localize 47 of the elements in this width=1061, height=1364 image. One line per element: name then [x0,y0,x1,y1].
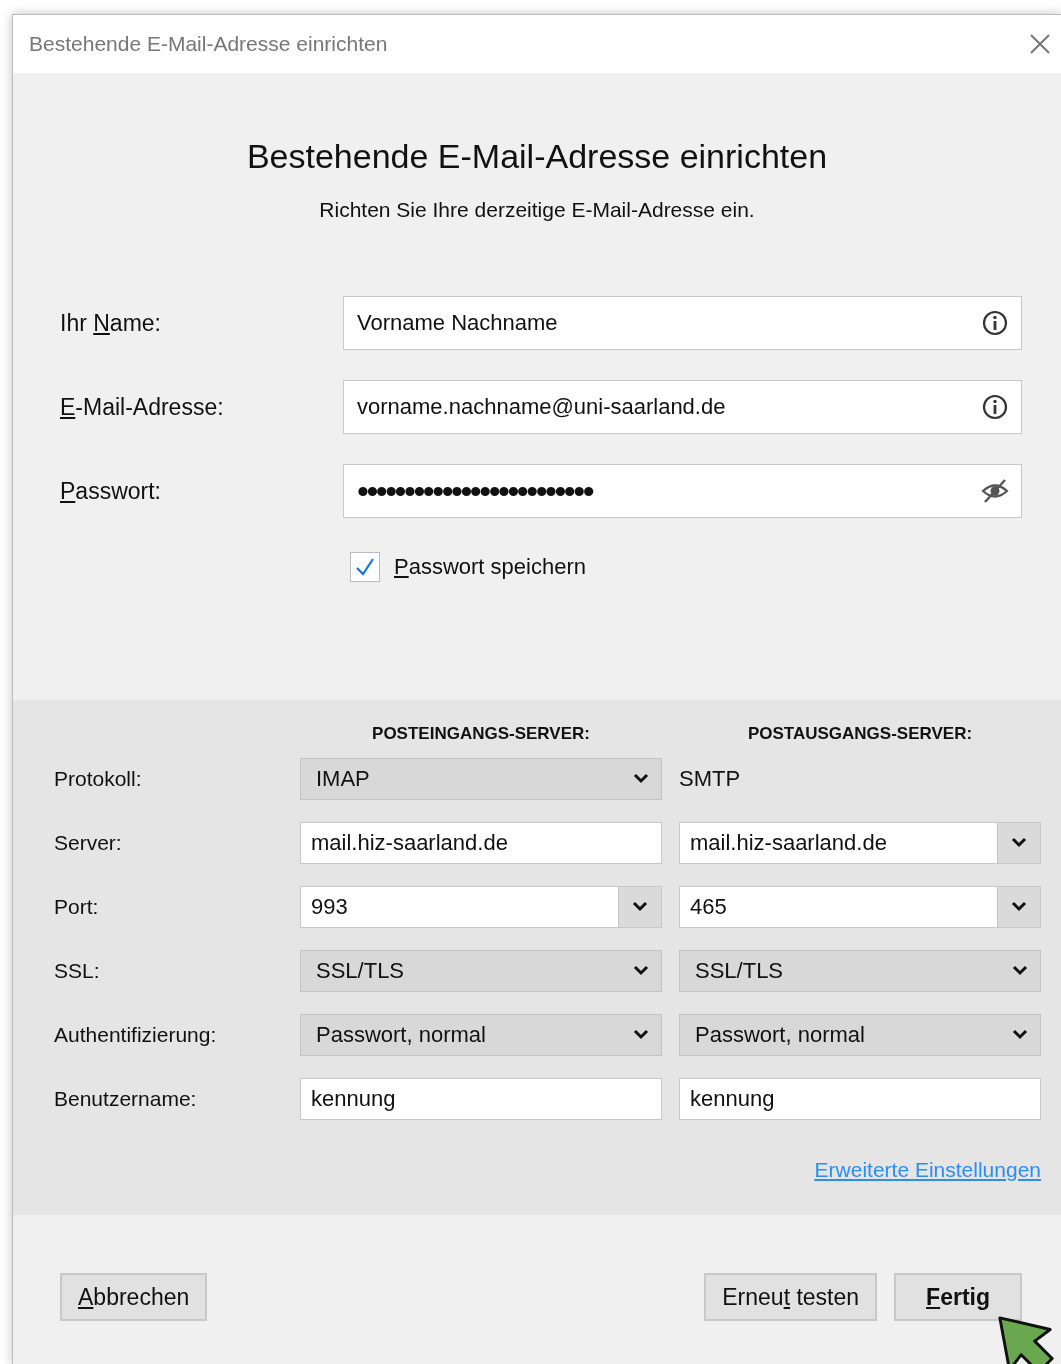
checkbox[interactable] [350,552,380,582]
combo-box[interactable]: 993 [300,886,662,928]
input-field[interactable]: kennung [679,1078,1041,1120]
checkmark-icon [354,556,376,578]
input-field[interactable]: vorname.nachname@uni-saarland.de [343,380,1022,434]
row-label: SSL: [54,959,101,983]
chevron-down-icon [1012,965,1028,977]
info-icon[interactable] [981,309,1009,337]
row-label: Server: [54,831,123,855]
chevron-down-icon [633,965,649,977]
input-field[interactable]: mail.hiz-saarland.de [300,822,662,864]
row-label: Authentifizierung: [54,1023,218,1047]
dialog-button[interactable]: Fertig [894,1273,1022,1321]
row-label: Benutzername: [54,1087,198,1111]
chevron-down-icon [1012,1029,1028,1041]
dialog-button[interactable]: Erneut testen [704,1273,878,1321]
dialog-subheading: Richten Sie Ihre derzeitige E-Mail-Adresse ein. [319,198,755,222]
chevron-down-icon [633,1029,649,1041]
window-title: Bestehende E-Mail-Adresse einrichten [29,32,388,56]
input-field[interactable]: kennung [300,1078,662,1120]
checkbox-label: Passwort speichern [394,554,586,580]
column-header: POSTAUSGANGS-SERVER: [746,724,974,744]
dropdown[interactable]: SSL/TLS [679,950,1041,992]
password-field[interactable]: ••••••••••••••••••••••••• [343,464,1022,518]
chevron-down-icon [632,901,648,913]
chevron-down-icon [1011,837,1027,849]
row-label: Protokoll: [54,767,143,791]
info-icon[interactable] [981,393,1009,421]
dialog-button[interactable]: Abbrechen [60,1273,208,1321]
dropdown[interactable]: Passwort, normal [679,1014,1041,1056]
protocol-value: SMTP [679,766,741,792]
field-label: Passwort: [60,477,162,505]
column-header: POSTEINGANGS-SERVER: [371,724,591,744]
input-field[interactable]: Vorname Nachname [343,296,1022,350]
combo-box[interactable]: mail.hiz-saarland.de [679,822,1041,864]
combo-box[interactable]: 465 [679,886,1041,928]
field-label: E-Mail-Adresse: [60,393,225,421]
close-icon[interactable] [1029,33,1051,55]
dropdown[interactable]: SSL/TLS [300,950,662,992]
dialog-heading: Bestehende E-Mail-Adresse einrichten [246,137,828,176]
field-label: Ihr Name: [60,309,162,337]
row-label: Port: [54,895,100,919]
eye-slash-icon[interactable] [981,477,1009,505]
dropdown[interactable]: IMAP [300,758,662,800]
chevron-down-icon [633,773,649,785]
chevron-down-icon [1011,901,1027,913]
dropdown[interactable]: Passwort, normal [300,1014,662,1056]
